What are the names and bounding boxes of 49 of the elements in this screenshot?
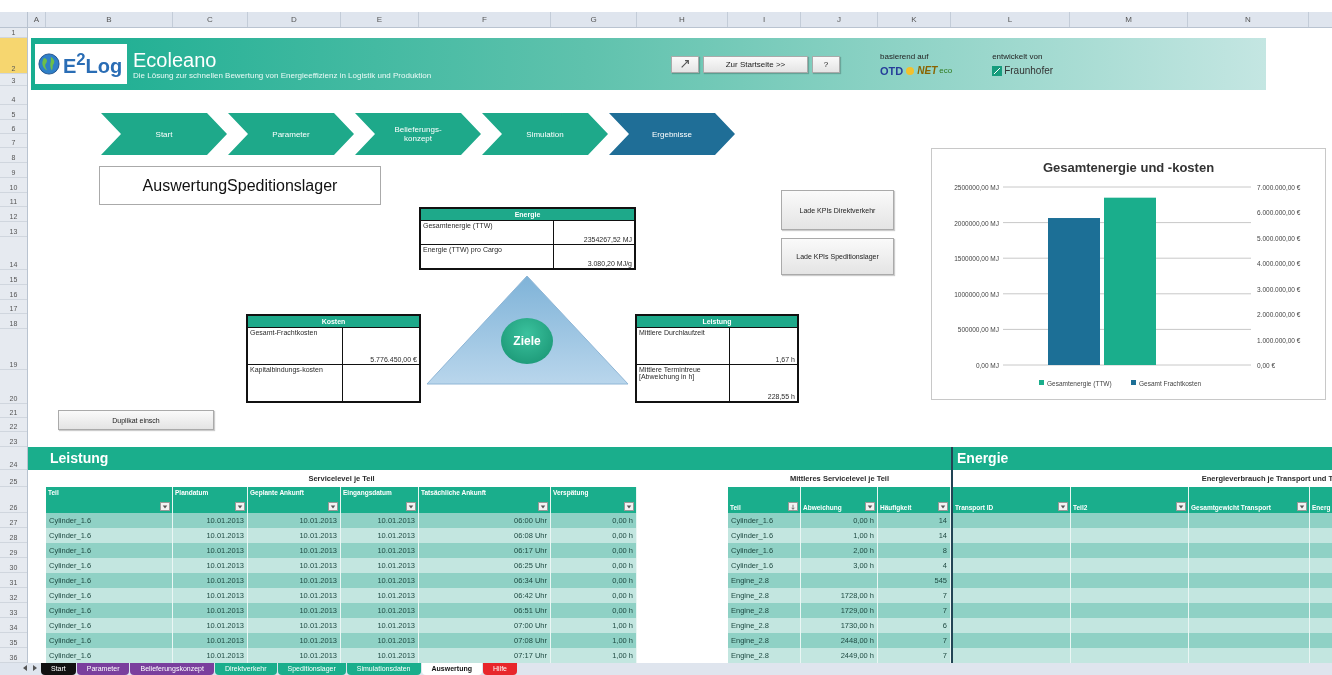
column-header[interactable]: F [419,12,551,27]
logo-text: eco [939,66,953,75]
column-header[interactable]: I [728,12,801,27]
legend-swatch [1039,380,1044,385]
process-step[interactable]: Ergebnisse [609,113,735,155]
column-header[interactable]: J [801,12,878,27]
link-button[interactable] [671,55,699,73]
link-icon [680,59,690,69]
header-button[interactable]: ? [812,55,840,73]
logo-text: Fraunhofer [1004,65,1054,76]
dropdown-icon[interactable] [624,502,634,511]
column-header[interactable]: E [341,12,419,27]
credit-label: entwickelt von [992,52,1044,61]
column-header[interactable]: N [1188,12,1309,27]
credit-label: basierend auf [880,51,930,61]
column-header[interactable]: L [951,12,1070,27]
column-header[interactable]: D [248,12,341,27]
column-header[interactable]: H [637,12,728,27]
logo-text: OTD [880,64,904,77]
legend-swatch [1131,380,1136,385]
section-header: Energie [951,447,1332,470]
dropdown-icon[interactable] [938,502,948,511]
sun-icon [905,65,916,76]
column-header[interactable]: B [46,12,173,27]
dropdown-icon[interactable] [160,502,170,511]
app-subtitle: Die Lösung zur schnellen Bewertung von Energieeffizienz in Logistik und Produktion [133,70,433,80]
column-header[interactable]: C [173,12,248,27]
dropdown-icon[interactable] [865,502,875,511]
logo-icon [992,65,1003,76]
dropdown-icon[interactable] [1058,502,1068,511]
logo-text: NET [917,65,938,76]
header-button[interactable]: Zur Startseite >> [703,55,808,73]
column-header[interactable]: G [551,12,637,27]
logo-text: E$^{2}$Log [63,50,123,78]
sort-filter-icon[interactable] [788,502,798,511]
column-header[interactable]: K [878,12,951,27]
section-header: Leistung [28,447,951,470]
dropdown-icon[interactable] [235,502,245,511]
dropdown-icon[interactable] [538,502,548,511]
app-title: Ecoleano [133,48,218,71]
dropdown-icon[interactable] [406,502,416,511]
chart-title: Gesamtenergie und -kosten [1042,160,1215,175]
dropdown-icon[interactable] [1297,502,1307,511]
globe-icon [38,53,60,75]
dropdown-icon[interactable] [1176,502,1186,511]
column-header[interactable]: M [1070,12,1188,27]
column-header[interactable]: A [28,12,46,27]
dropdown-icon[interactable] [328,502,338,511]
sheet-title: AuswertungSpeditionslager [99,166,381,205]
